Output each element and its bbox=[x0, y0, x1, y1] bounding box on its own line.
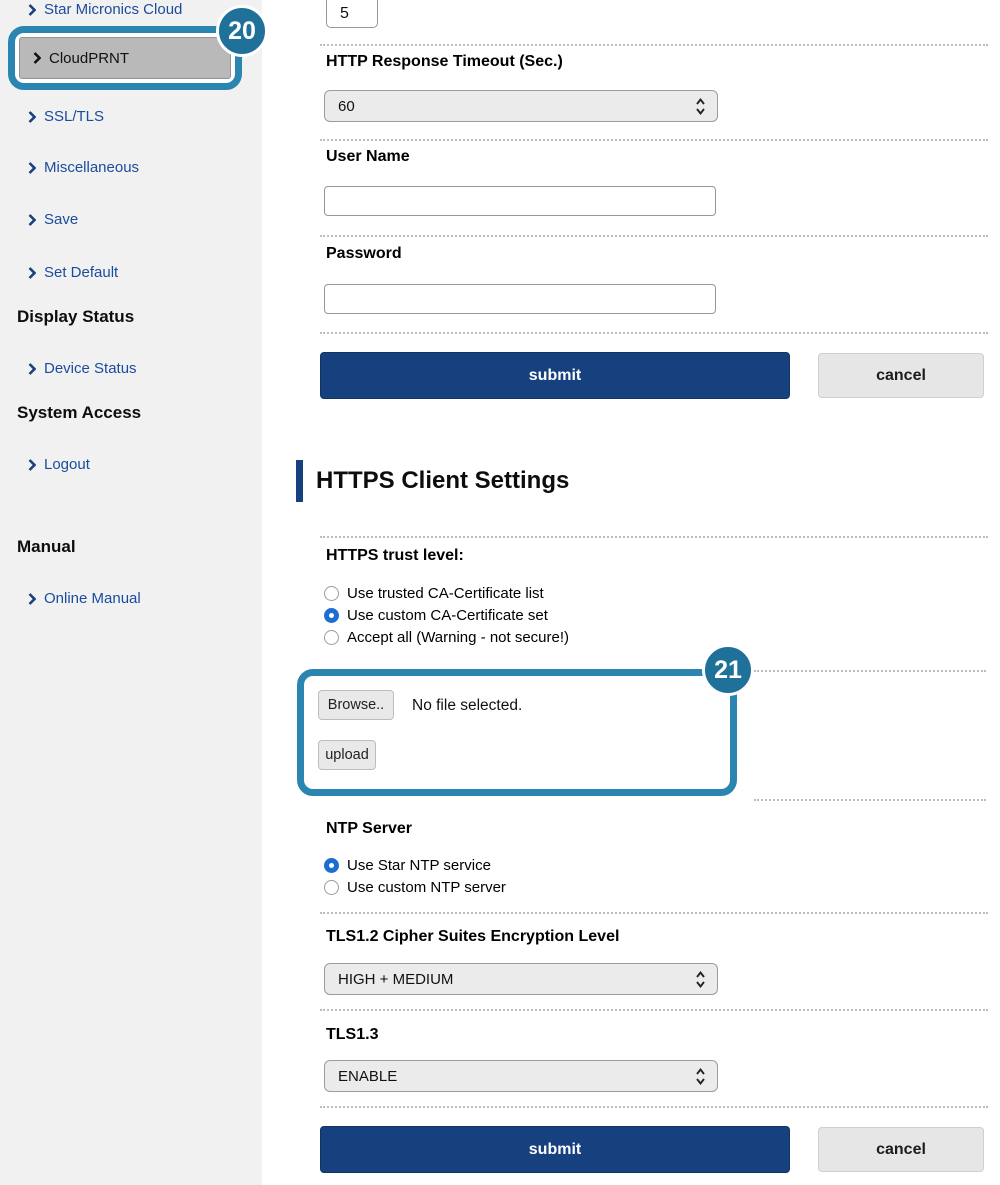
submit-button[interactable]: submit bbox=[320, 352, 790, 399]
radio-icon[interactable] bbox=[324, 586, 339, 601]
separator bbox=[320, 536, 988, 538]
tls12-label: TLS1.2 Cipher Suites Encryption Level bbox=[326, 928, 619, 946]
sidebar-item-device-status[interactable]: Device Status bbox=[28, 360, 137, 377]
radio-label: Use custom NTP server bbox=[347, 879, 506, 896]
chevron-right-icon bbox=[33, 52, 41, 64]
select-value: ENABLE bbox=[338, 1068, 397, 1085]
cancel-button[interactable]: cancel bbox=[818, 353, 984, 398]
chevron-right-icon bbox=[28, 363, 36, 375]
sidebar-item-star-micronics-cloud[interactable]: Star Micronics Cloud bbox=[28, 1, 182, 18]
sidebar-item-label: SSL/TLS bbox=[44, 108, 104, 125]
cancel-button[interactable]: cancel bbox=[818, 1127, 984, 1172]
browse-button[interactable]: Browse.. bbox=[318, 690, 394, 720]
sidebar-item-online-manual[interactable]: Online Manual bbox=[28, 590, 141, 607]
https-client-settings-heading: HTTPS Client Settings bbox=[296, 460, 569, 502]
https-trust-level-label: HTTPS trust level: bbox=[326, 547, 464, 565]
sidebar-item-set-default[interactable]: Set Default bbox=[28, 264, 118, 281]
sidebar-section-manual: Manual bbox=[17, 537, 76, 557]
select-arrows-icon bbox=[695, 970, 706, 989]
tls13-label: TLS1.3 bbox=[326, 1026, 378, 1044]
separator bbox=[320, 912, 988, 914]
chevron-right-icon bbox=[28, 4, 36, 16]
callout-badge-21: 21 bbox=[702, 644, 754, 696]
radio-trusted-ca-list[interactable]: Use trusted CA-Certificate list bbox=[324, 583, 544, 603]
chevron-right-icon bbox=[28, 459, 36, 471]
chevron-right-icon bbox=[28, 593, 36, 605]
callout-badge-20: 20 bbox=[216, 5, 268, 57]
file-status-text: No file selected. bbox=[412, 697, 522, 715]
chevron-right-icon bbox=[28, 267, 36, 279]
callout-box-20: CloudPRNT bbox=[8, 26, 242, 90]
upload-button[interactable]: upload bbox=[318, 740, 376, 770]
submit-button[interactable]: submit bbox=[320, 1126, 790, 1173]
radio-label: Accept all (Warning - not secure!) bbox=[347, 629, 569, 646]
username-label: User Name bbox=[326, 148, 410, 166]
tls13-select[interactable]: ENABLE bbox=[324, 1060, 718, 1092]
sidebar-item-logout[interactable]: Logout bbox=[28, 456, 90, 473]
sidebar-item-label: Miscellaneous bbox=[44, 159, 139, 176]
radio-icon[interactable] bbox=[324, 880, 339, 895]
separator bbox=[754, 799, 986, 801]
separator bbox=[320, 332, 988, 334]
separator bbox=[320, 1009, 988, 1011]
select-arrows-icon bbox=[695, 97, 706, 116]
sidebar-item-miscellaneous[interactable]: Miscellaneous bbox=[28, 159, 139, 176]
sidebar-item-label: Online Manual bbox=[44, 590, 141, 607]
radio-star-ntp[interactable]: Use Star NTP service bbox=[324, 855, 491, 875]
separator bbox=[320, 235, 988, 237]
sidebar-item-cloudprnt[interactable]: CloudPRNT bbox=[19, 37, 231, 79]
radio-label: Use Star NTP service bbox=[347, 857, 491, 874]
select-value: HIGH + MEDIUM bbox=[338, 971, 453, 988]
radio-accept-all[interactable]: Accept all (Warning - not secure!) bbox=[324, 627, 569, 647]
callout-box-21 bbox=[297, 669, 737, 796]
ntp-server-label: NTP Server bbox=[326, 820, 412, 838]
separator bbox=[754, 670, 986, 672]
chevron-right-icon bbox=[28, 162, 36, 174]
sidebar-item-ssl-tls[interactable]: SSL/TLS bbox=[28, 108, 104, 125]
sidebar-section-display-status: Display Status bbox=[17, 307, 134, 327]
sidebar-item-label: Set Default bbox=[44, 264, 118, 281]
sidebar-item-save[interactable]: Save bbox=[28, 211, 78, 228]
radio-icon[interactable] bbox=[324, 858, 339, 873]
radio-icon[interactable] bbox=[324, 630, 339, 645]
page-section-title: HTTPS Client Settings bbox=[316, 467, 569, 495]
radio-label: Use trusted CA-Certificate list bbox=[347, 585, 544, 602]
sidebar-item-label: CloudPRNT bbox=[49, 50, 129, 67]
sidebar-item-label: Star Micronics Cloud bbox=[44, 1, 182, 18]
tls12-select[interactable]: HIGH + MEDIUM bbox=[324, 963, 718, 995]
heading-accent-bar bbox=[296, 460, 303, 502]
main-content: HTTP Response Timeout (Sec.) 60 User Nam… bbox=[296, 0, 990, 1185]
radio-custom-ca-set[interactable]: Use custom CA-Certificate set bbox=[324, 605, 548, 625]
select-arrows-icon bbox=[695, 1067, 706, 1086]
separator bbox=[320, 1106, 988, 1108]
chevron-right-icon bbox=[28, 111, 36, 123]
password-input[interactable] bbox=[324, 284, 716, 314]
sidebar: Star Micronics Cloud CloudPRNT 20 SSL/TL… bbox=[0, 0, 262, 1185]
password-label: Password bbox=[326, 245, 402, 263]
radio-custom-ntp[interactable]: Use custom NTP server bbox=[324, 877, 506, 897]
timeout-number-input[interactable] bbox=[326, 0, 378, 28]
sidebar-item-label: Device Status bbox=[44, 360, 137, 377]
sidebar-section-system-access: System Access bbox=[17, 403, 141, 423]
username-input[interactable] bbox=[324, 186, 716, 216]
chevron-right-icon bbox=[28, 214, 36, 226]
separator bbox=[320, 44, 988, 46]
sidebar-item-label: Save bbox=[44, 211, 78, 228]
http-response-timeout-select[interactable]: 60 bbox=[324, 90, 718, 122]
select-value: 60 bbox=[338, 98, 355, 115]
sidebar-item-label: Logout bbox=[44, 456, 90, 473]
radio-label: Use custom CA-Certificate set bbox=[347, 607, 548, 624]
http-response-timeout-label: HTTP Response Timeout (Sec.) bbox=[326, 53, 563, 71]
radio-icon[interactable] bbox=[324, 608, 339, 623]
separator bbox=[320, 139, 988, 141]
